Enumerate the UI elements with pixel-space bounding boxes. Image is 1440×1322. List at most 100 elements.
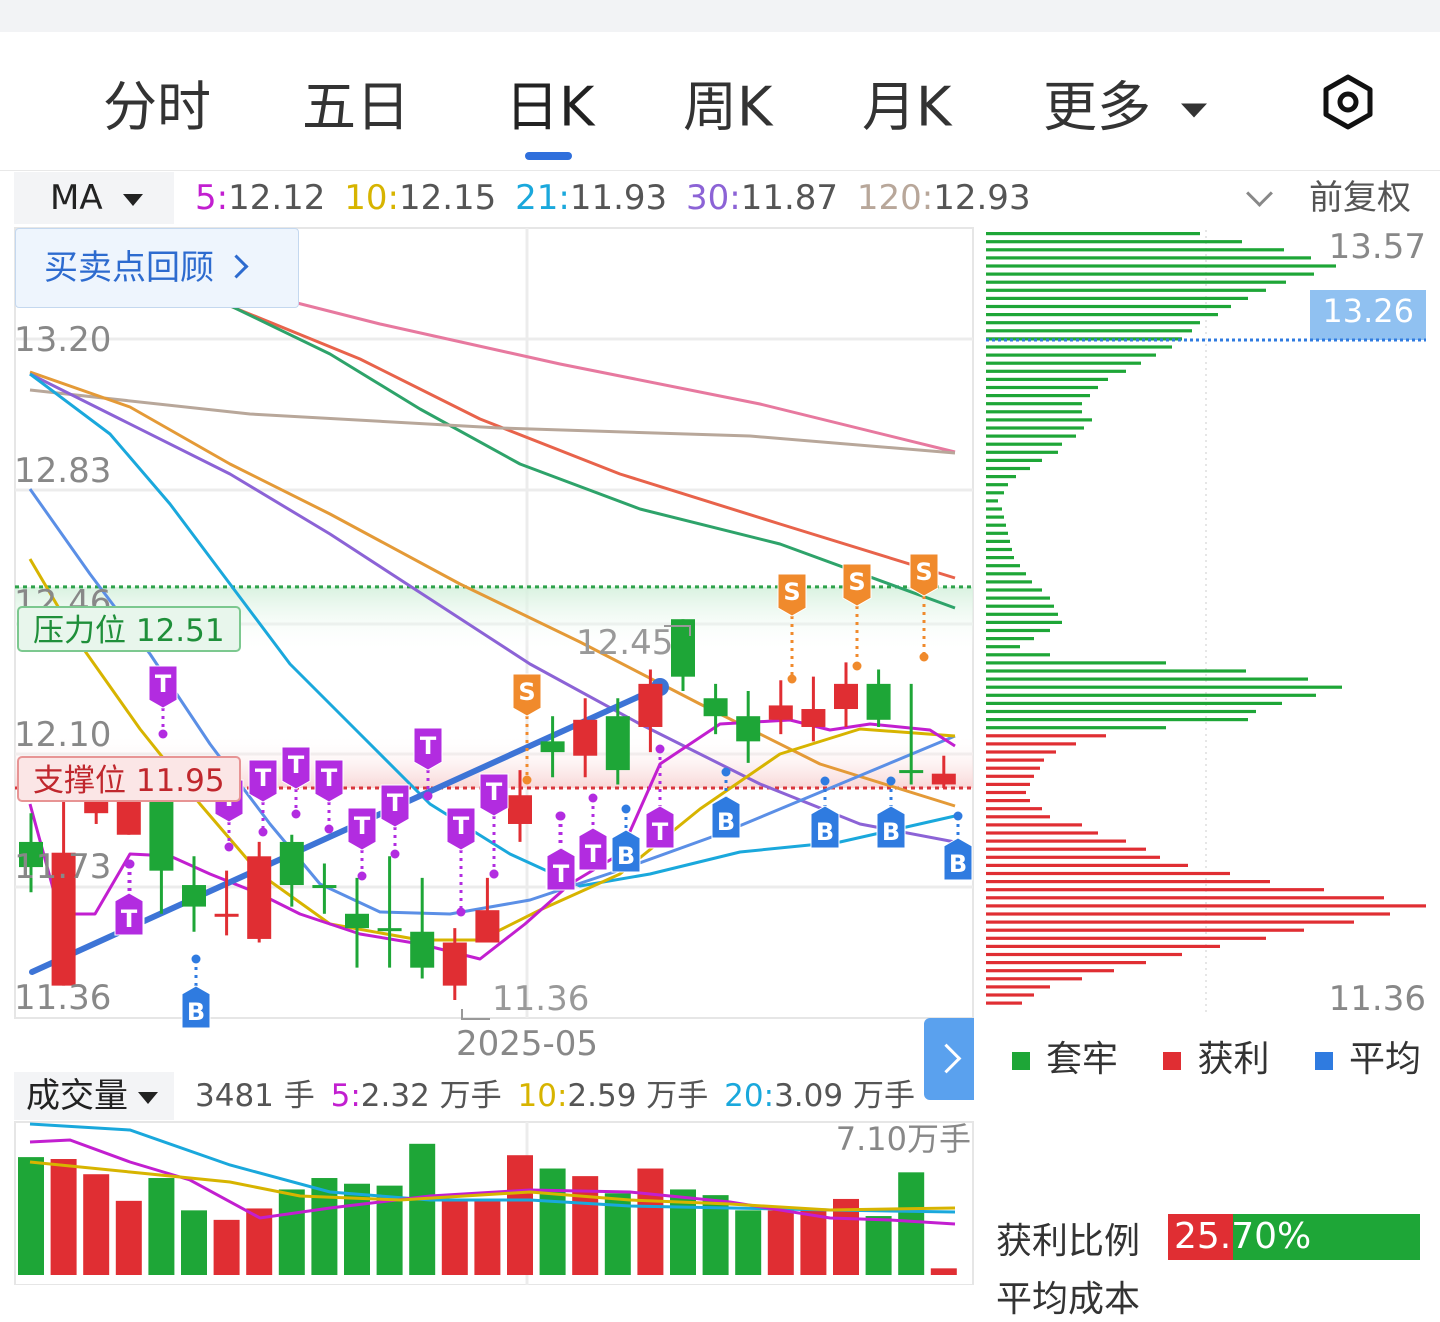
tab-intraday[interactable]: 分时 — [103, 63, 211, 142]
trapped-chip-bar — [986, 596, 1050, 600]
volume-bar — [83, 1174, 110, 1275]
candle — [345, 877, 369, 968]
marker-dot — [456, 907, 466, 917]
profit-chip-bar — [986, 912, 1390, 916]
trapped-chip-bar — [986, 232, 1200, 236]
trapped-chip-bar — [986, 693, 1316, 697]
trapped-chip-bar — [986, 450, 1058, 454]
marker-dot — [489, 869, 499, 879]
marker-letter: T — [354, 812, 371, 840]
candle-body — [866, 683, 891, 720]
marker-dot — [357, 871, 367, 881]
marker-letter: B — [617, 842, 635, 870]
profile-top-label: 13.57 — [1329, 227, 1426, 267]
tab-five-day[interactable]: 五日 — [302, 63, 410, 142]
marker-dot — [191, 954, 201, 964]
settings-hexagon-icon[interactable] — [1320, 74, 1376, 130]
candle — [247, 841, 272, 943]
trapped-chip-bar — [986, 410, 1082, 414]
profit-chip-bar — [986, 863, 1188, 867]
marker-letter: T — [288, 751, 305, 779]
trapped-chip-bar — [986, 248, 1284, 252]
tab-more[interactable]: 更多 — [1043, 63, 1207, 142]
price-adjust-selector[interactable]: 前复权 — [1246, 172, 1411, 224]
trade-review-button[interactable]: 买卖点回顾 — [15, 228, 299, 308]
volume-bar — [18, 1157, 44, 1275]
candle-body — [703, 698, 728, 717]
volume-indicator-row: 成交量 3481 手 5:2.32 万手 10:2.59 万手 20:3.09 … — [0, 1072, 975, 1120]
volume-bar — [767, 1210, 794, 1275]
marker-dot — [158, 729, 168, 739]
trapped-chip-bar — [986, 612, 1058, 616]
trapped-chip-bar — [986, 369, 1126, 373]
profit-chip-bar — [986, 944, 1220, 948]
candlestick-chart[interactable]: BBBBBBSSSSTTTTTTTTTTTTTTTTT 13.2012.8312… — [0, 224, 980, 1104]
profit-chip-bar — [986, 985, 1050, 989]
period-tabs: 分时 五日 日K 周K 月K 更多 — [0, 32, 1440, 171]
trapped-chip-bar — [986, 531, 1008, 535]
legend-swatch — [1012, 1052, 1030, 1070]
volume-selector[interactable]: 成交量 — [14, 1072, 174, 1120]
profit-chip-bar — [986, 790, 1026, 795]
volume-chart: 7.10万手 — [14, 1120, 974, 1285]
volume-ma-20: 20:3.09 万手 — [724, 1078, 915, 1114]
price-adjust-label: 前复权 — [1309, 178, 1411, 218]
t-marker: T — [148, 665, 178, 739]
trapped-chip-bar — [986, 628, 1050, 633]
marker-letter: S — [848, 568, 865, 596]
trapped-chip-bar — [986, 385, 1098, 390]
trapped-chip-bar — [986, 361, 1141, 365]
trapped-chip-bar — [986, 353, 1156, 357]
volume-bar — [637, 1168, 664, 1275]
marker-dot — [556, 811, 566, 821]
trapped-chip-bar — [986, 329, 1192, 333]
marker-dot — [621, 804, 631, 814]
trapped-chip-bar — [986, 304, 1231, 309]
profit-chip-bar — [986, 823, 1082, 827]
trapped-chip-bar — [986, 475, 1016, 479]
tab-weekly-k[interactable]: 周K — [683, 63, 772, 142]
price-axis-label: 11.36 — [14, 978, 111, 1018]
marker-letter: T — [585, 840, 602, 868]
volume-bar — [213, 1219, 240, 1275]
price-axis-label: 13.20 — [14, 320, 111, 360]
tab-daily-k[interactable]: 日K — [505, 63, 594, 142]
marker-letter: S — [783, 578, 800, 606]
chevron-down-icon — [1246, 180, 1273, 207]
ma-21: 21:11.93 — [515, 178, 668, 218]
marker-dot — [852, 661, 862, 671]
tab-monthly-k[interactable]: 月K — [862, 63, 951, 142]
average-cost-label: 平均成本 — [996, 1279, 1141, 1320]
period-low-label: 11.36 — [492, 979, 589, 1019]
trapped-chip-bar — [986, 515, 1004, 519]
marker-letter: T — [155, 670, 172, 698]
ma-indicator-row: MA 5:12.12 10:12.15 21:11.93 30:11.87 12… — [0, 172, 1440, 224]
t-marker: T — [479, 773, 509, 879]
trapped-chip-bar — [986, 556, 1014, 560]
ma-120: 120:12.93 — [856, 178, 1031, 218]
ma-selector[interactable]: MA — [14, 172, 174, 224]
volume-selector-label: 成交量 — [26, 1076, 128, 1116]
candle — [279, 834, 304, 907]
profit-chip-bar — [986, 847, 1146, 851]
profit-chip-bar — [986, 1001, 1022, 1005]
trapped-chip-bar — [986, 523, 1006, 527]
profit-chip-bar — [986, 766, 1040, 770]
caret-down-icon — [122, 193, 143, 206]
t-marker: T — [380, 784, 410, 859]
marker-letter: T — [553, 860, 570, 888]
trapped-chip-bar — [986, 572, 1026, 576]
trapped-chip-bar — [986, 661, 1166, 665]
candle-body — [540, 741, 565, 753]
support-level-badge: 支撑位 11.95 — [17, 756, 241, 802]
trapped-chip-bar — [986, 539, 1010, 543]
trapped-chip-bar — [986, 637, 1034, 641]
legend-profit: 获利 — [1163, 1030, 1269, 1082]
profit-chip-bar — [986, 871, 1230, 876]
candle — [410, 877, 435, 979]
marker-dot — [919, 652, 929, 662]
trade-review-label: 买卖点回顾 — [44, 248, 214, 288]
profit-chip-bar — [986, 774, 1034, 778]
trapped-chip-bar — [986, 256, 1311, 260]
trapped-chip-bar — [986, 418, 1092, 422]
